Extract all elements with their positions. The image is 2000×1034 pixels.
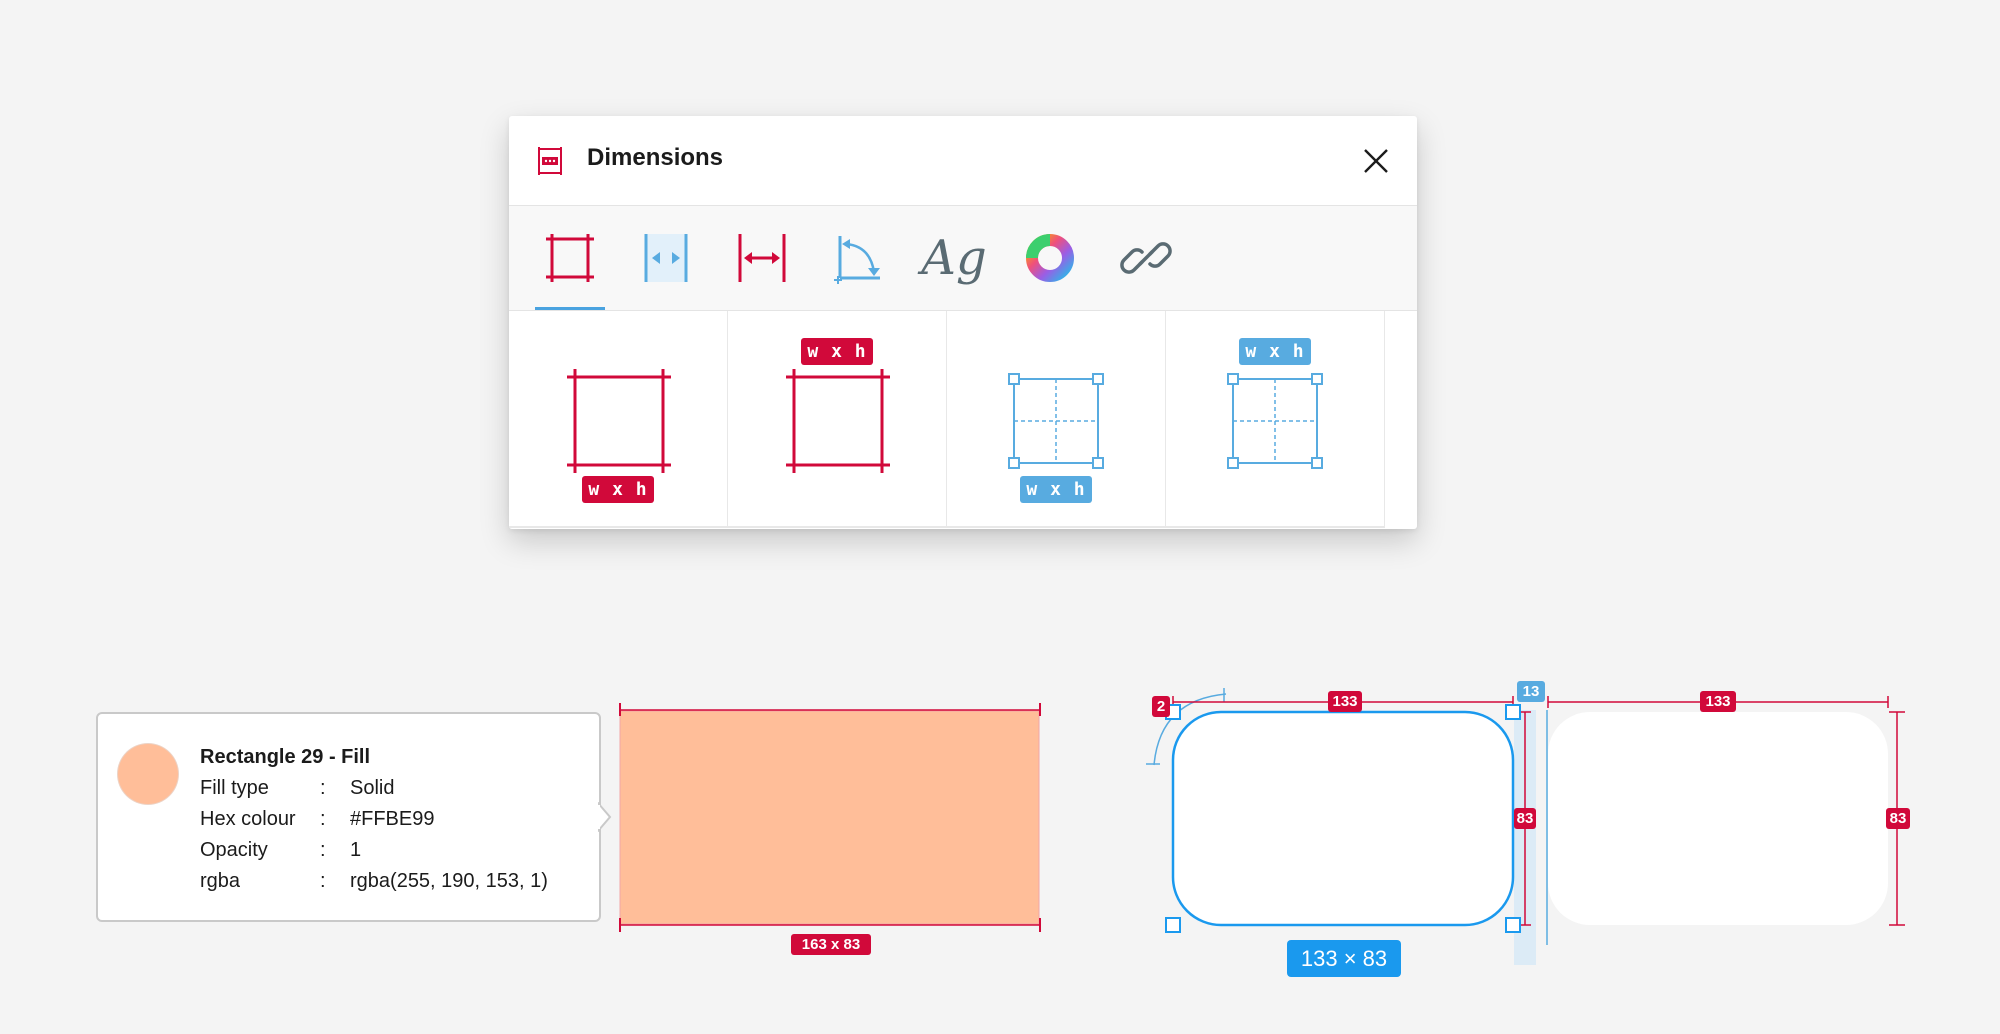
tab-spacing[interactable] [631, 206, 701, 310]
size-tag: w x h [1239, 338, 1311, 365]
active-tab-indicator [535, 307, 605, 310]
tab-color[interactable] [1015, 206, 1085, 310]
hex-colour-key: Hex colour [200, 808, 296, 830]
frame-size-icon [546, 234, 594, 282]
rgba-value: rgba(255, 190, 153, 1) [350, 870, 548, 892]
option-size-label-bottom-blue[interactable]: w x h [947, 311, 1166, 528]
height-tag: 83 [1514, 808, 1536, 829]
colon: : [320, 870, 326, 892]
dimensions-dialog: Dimensions Ag w x h w x h w x h w x h [509, 116, 1417, 529]
colon: : [320, 839, 326, 861]
typography-icon: Ag [921, 230, 987, 286]
color-swatch [118, 744, 178, 804]
spacing-icon [644, 234, 688, 282]
gap-tag: 13 [1517, 681, 1545, 702]
fill-info-card: Rectangle 29 - Fill Fill type : Solid He… [96, 712, 601, 922]
option-size-label-bottom-red[interactable]: w x h [509, 311, 728, 528]
dialog-tab-bar: Ag [509, 206, 1417, 311]
colon: : [320, 777, 326, 799]
opacity-value: 1 [350, 839, 362, 861]
tab-size[interactable] [535, 206, 605, 310]
bounding-box-icon [1227, 373, 1323, 469]
size-tag: w x h [801, 338, 873, 365]
dialog-title: Dimensions [587, 144, 724, 171]
radius-tag: 2 [1152, 696, 1170, 717]
color-wheel-icon [1026, 234, 1074, 282]
measured-rounded-rectangles [1146, 688, 1905, 965]
option-size-label-top-blue[interactable]: w x h [1166, 311, 1385, 528]
tab-angle[interactable] [823, 206, 893, 310]
dimensions-logo-icon [538, 147, 562, 175]
fill-type-value: Solid [350, 777, 395, 799]
fill-info-title: Rectangle 29 - Fill [200, 746, 371, 768]
option-size-label-top-red[interactable]: w x h [728, 311, 947, 528]
distance-icon [738, 234, 786, 282]
tab-link[interactable] [1111, 206, 1181, 310]
link-icon [1120, 242, 1172, 274]
dimension-style-grid: w x h w x h w x h w x h [509, 311, 1417, 529]
orange-rectangle-measured [619, 703, 1041, 932]
opacity-key: Opacity [200, 839, 268, 861]
width-tag: 133 [1328, 691, 1362, 712]
tab-typography[interactable]: Ag [919, 206, 989, 310]
bounding-box-icon [1008, 373, 1104, 469]
close-icon[interactable] [1360, 145, 1392, 177]
selection-size-badge: 133 × 83 [1287, 940, 1401, 977]
frame-size-icon [567, 369, 671, 473]
dialog-header: Dimensions [509, 116, 1417, 206]
second-height-tag: 83 [1886, 808, 1910, 829]
second-width-tag: 133 [1700, 691, 1736, 712]
colon: : [320, 808, 326, 830]
orange-rect-size-tag: 163 x 83 [791, 934, 871, 955]
fill-type-key: Fill type [200, 777, 269, 799]
size-tag: w x h [582, 476, 654, 503]
hex-colour-value: #FFBE99 [350, 808, 435, 830]
frame-size-icon [786, 369, 890, 473]
size-tag: w x h [1020, 476, 1092, 503]
rgba-key: rgba [200, 870, 241, 892]
angle-icon [834, 236, 880, 284]
tab-distance[interactable] [727, 206, 797, 310]
